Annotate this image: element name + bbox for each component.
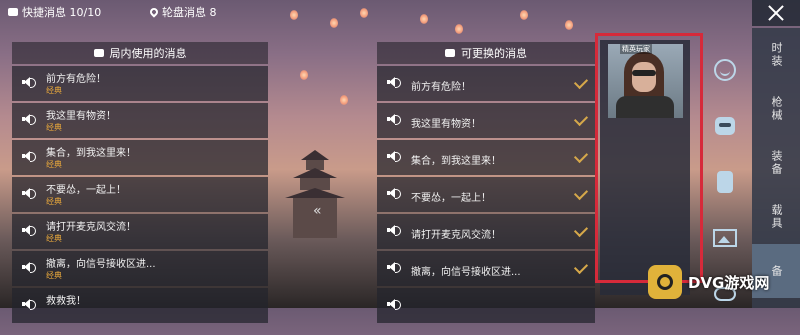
message-text: 撤离，向信号接收区进... [411, 267, 521, 278]
message-tag: 经典 [46, 234, 62, 243]
close-icon [768, 5, 784, 21]
robot-type-button[interactable] [710, 111, 740, 141]
speaker-icon [22, 262, 36, 273]
message-text: 我这里有物资！ [411, 119, 481, 130]
site-watermark: DVG游戏网 [648, 262, 793, 302]
checkmark-icon [573, 222, 589, 238]
speaker-icon [387, 188, 401, 199]
message-row[interactable]: 集合，到我这里来！ [377, 140, 595, 175]
replaceable-message-list: 前方有危险！ 我这里有物资！ 集合，到我这里来！ 不要怂，一起上！ 请打开麦克风… [377, 66, 595, 325]
speaker-icon [387, 77, 401, 88]
swap-arrows-icon: « [313, 203, 322, 219]
message-text: 前方有危险！ [46, 74, 106, 85]
tab-fashion[interactable]: 时装 [752, 28, 800, 82]
message-text: 请打开麦克风交流！ [46, 222, 136, 233]
smile-icon [714, 59, 736, 81]
highlight-outline [595, 33, 703, 283]
message-text: 不要怂，一起上！ [46, 185, 126, 196]
message-row[interactable]: 集合，到我这里来！ 经典 [12, 140, 268, 175]
message-row[interactable] [377, 288, 595, 323]
location-pin-icon [148, 6, 160, 18]
message-tag: 经典 [46, 86, 62, 95]
message-tag: 经典 [46, 123, 62, 132]
speaker-icon [22, 188, 36, 199]
robot-icon [715, 117, 735, 135]
checkmark-icon [573, 111, 589, 127]
checkmark-icon [573, 185, 589, 201]
message-row[interactable]: 我这里有物资！ [377, 103, 595, 138]
panel-title: 可更换的消息 [461, 47, 527, 60]
tab-quick-messages[interactable]: 快捷消息 10/10 [8, 4, 101, 20]
message-text: 集合，到我这里来！ [46, 148, 136, 159]
gesture-type-button[interactable] [710, 167, 740, 197]
in-game-message-list: 前方有危险！ 经典 我这里有物资！ 经典 集合，到我这里来！ 经典 不要怂，一起… [12, 66, 268, 325]
speaker-icon [387, 114, 401, 125]
watermark-text: DVG游戏网 [688, 273, 770, 292]
in-game-messages-header: 局内使用的消息 [12, 42, 268, 64]
tab-wheel-messages[interactable]: 轮盘消息 8 [148, 4, 217, 20]
message-row[interactable]: 前方有危险！ 经典 [12, 66, 268, 101]
message-text: 集合，到我这里来！ [411, 156, 501, 167]
checkmark-icon [573, 148, 589, 164]
message-row[interactable]: 不要怂，一起上！ 经典 [12, 177, 268, 212]
panel-title: 局内使用的消息 [109, 47, 187, 60]
lantern [340, 95, 348, 105]
message-row[interactable]: 请打开麦克风交流！ [377, 214, 595, 249]
speaker-icon [387, 151, 401, 162]
message-row[interactable]: 请打开麦克风交流！ 经典 [12, 214, 268, 249]
message-row[interactable]: 撤离，向信号接收区进... 经典 [12, 251, 268, 286]
tab-wheel-label: 轮盘消息 8 [162, 6, 217, 19]
replaceable-messages-header: 可更换的消息 [377, 42, 595, 64]
message-text: 撤离，向信号接收区进... [46, 259, 156, 270]
message-row[interactable]: 前方有危险！ [377, 66, 595, 101]
swap-icon [445, 49, 455, 57]
message-text: 救救我！ [46, 296, 86, 307]
hand-icon [717, 171, 733, 193]
speaker-icon [387, 225, 401, 236]
speaker-icon [387, 262, 401, 273]
chat-icon [93, 49, 104, 57]
checkmark-icon [573, 74, 589, 90]
speaker-icon [22, 151, 36, 162]
close-button[interactable] [752, 0, 800, 26]
tab-quick-label: 快捷消息 10/10 [22, 6, 102, 19]
speaker-icon [22, 225, 36, 236]
message-row[interactable]: 撤离，向信号接收区进... [377, 251, 595, 286]
chat-icon [8, 8, 18, 16]
emoji-type-button[interactable] [710, 55, 740, 85]
speaker-icon [22, 77, 36, 88]
image-icon [713, 229, 737, 247]
message-text: 我这里有物资！ [46, 111, 116, 122]
speaker-icon [22, 114, 36, 125]
message-row[interactable]: 不要怂，一起上！ [377, 177, 595, 212]
message-text: 前方有危险！ [411, 82, 471, 93]
message-row[interactable]: 救救我！ [12, 288, 268, 323]
checkmark-icon [573, 259, 589, 275]
message-text: 不要怂，一起上！ [411, 193, 491, 204]
message-tag: 经典 [46, 160, 62, 169]
image-type-button[interactable] [710, 223, 740, 253]
top-bar: 快捷消息 10/10 轮盘消息 8 [0, 0, 800, 26]
tab-equipment[interactable]: 装备 [752, 136, 800, 190]
watermark-logo-icon [648, 265, 682, 299]
tab-vehicles[interactable]: 载具 [752, 190, 800, 244]
message-text: 请打开麦克风交流！ [411, 230, 501, 241]
message-tag: 经典 [46, 197, 62, 206]
message-row[interactable]: 我这里有物资！ 经典 [12, 103, 268, 138]
message-tag: 经典 [46, 271, 62, 280]
tab-weapons[interactable]: 枪械 [752, 82, 800, 136]
lantern [300, 70, 308, 80]
